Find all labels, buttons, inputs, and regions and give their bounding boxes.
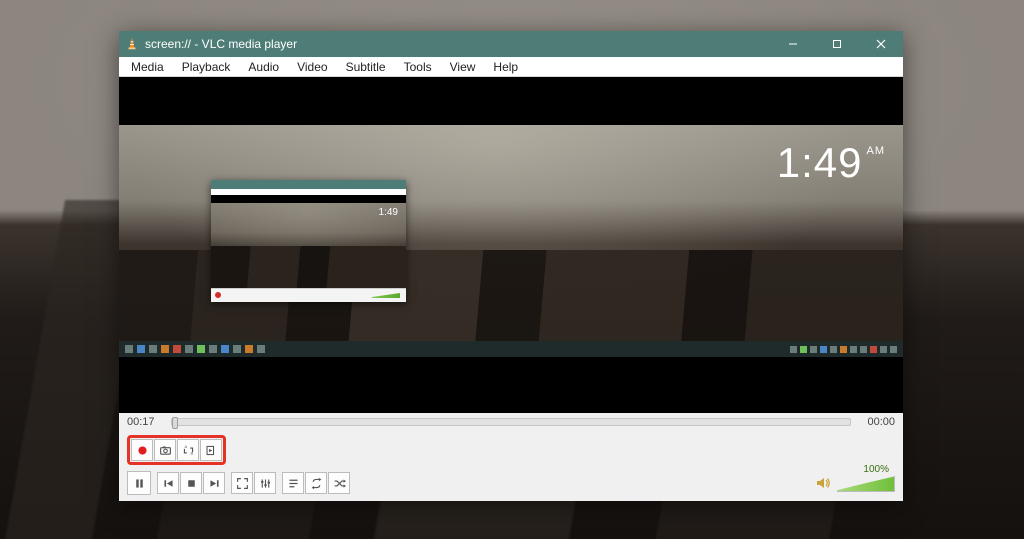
pause-icon <box>133 477 146 490</box>
clock-ampm: AM <box>867 145 886 157</box>
svg-text:A: A <box>184 444 187 449</box>
captured-taskbar <box>119 341 903 357</box>
stop-button[interactable] <box>180 472 202 494</box>
volume-percent: 100% <box>863 464 889 475</box>
svg-text:B: B <box>190 450 193 455</box>
previous-icon <box>162 477 175 490</box>
record-button[interactable] <box>131 439 153 461</box>
close-button[interactable] <box>859 31 903 57</box>
menu-view[interactable]: View <box>442 58 484 76</box>
volume-control: 100% <box>815 474 895 492</box>
next-button[interactable] <box>203 472 225 494</box>
maximize-button[interactable] <box>815 31 859 57</box>
menubar: Media Playback Audio Video Subtitle Tool… <box>119 57 903 77</box>
fullscreen-icon <box>236 477 249 490</box>
extended-settings-button[interactable] <box>254 472 276 494</box>
controls-panel: 00:17 00:00 AB <box>119 413 903 501</box>
advanced-controls-highlight: AB <box>127 435 226 465</box>
extended-settings-icon <box>259 477 272 490</box>
fullscreen-button[interactable] <box>231 472 253 494</box>
snapshot-icon <box>159 444 172 457</box>
frame-step-button[interactable] <box>200 439 222 461</box>
vlc-cone-icon <box>125 37 139 51</box>
previous-button[interactable] <box>157 472 179 494</box>
minimize-icon <box>788 39 798 49</box>
shuffle-icon <box>333 477 346 490</box>
window-title: screen:// - VLC media player <box>145 37 297 51</box>
loop-icon <box>310 477 323 490</box>
menu-tools[interactable]: Tools <box>396 58 440 76</box>
time-remaining[interactable]: 00:00 <box>859 416 895 428</box>
nested-vlc-window: 1:49 <box>211 180 406 302</box>
maximize-icon <box>832 39 842 49</box>
menu-audio[interactable]: Audio <box>240 58 287 76</box>
menu-playback[interactable]: Playback <box>174 58 239 76</box>
playlist-icon <box>287 477 300 490</box>
clock-time: 1:49 <box>777 139 863 187</box>
menu-subtitle[interactable]: Subtitle <box>338 58 394 76</box>
stop-icon <box>185 477 198 490</box>
loop-ab-button[interactable]: AB <box>177 439 199 461</box>
minimize-button[interactable] <box>771 31 815 57</box>
menu-video[interactable]: Video <box>289 58 335 76</box>
seek-slider[interactable] <box>171 418 851 426</box>
shuffle-button[interactable] <box>328 472 350 494</box>
nested-clock: 1:49 <box>379 207 398 218</box>
video-area[interactable]: 1:49 AM 1:49 <box>119 77 903 413</box>
volume-slider[interactable] <box>837 474 895 492</box>
loop-ab-icon: AB <box>182 444 195 457</box>
vlc-window: screen:// - VLC media player Media Playb… <box>119 31 903 501</box>
record-icon <box>136 444 149 457</box>
titlebar[interactable]: screen:// - VLC media player <box>119 31 903 57</box>
next-icon <box>208 477 221 490</box>
loop-button[interactable] <box>305 472 327 494</box>
frame-step-icon <box>205 444 218 457</box>
menu-media[interactable]: Media <box>123 58 172 76</box>
desktop-clock: 1:49 AM <box>777 139 885 187</box>
nested-record-icon <box>215 292 221 298</box>
close-icon <box>876 39 886 49</box>
speaker-icon[interactable] <box>815 475 831 491</box>
snapshot-button[interactable] <box>154 439 176 461</box>
playlist-button[interactable] <box>282 472 304 494</box>
time-elapsed[interactable]: 00:17 <box>127 416 163 428</box>
menu-help[interactable]: Help <box>485 58 526 76</box>
pause-button[interactable] <box>127 471 151 495</box>
